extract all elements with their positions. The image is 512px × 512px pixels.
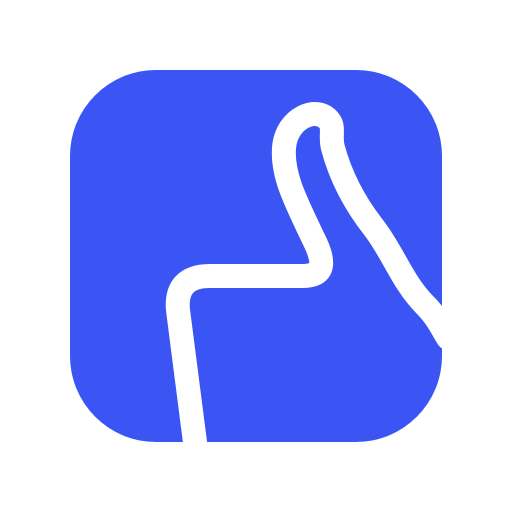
- thumbs-up-icon: [70, 70, 442, 442]
- app-icon-canvas: [0, 0, 512, 512]
